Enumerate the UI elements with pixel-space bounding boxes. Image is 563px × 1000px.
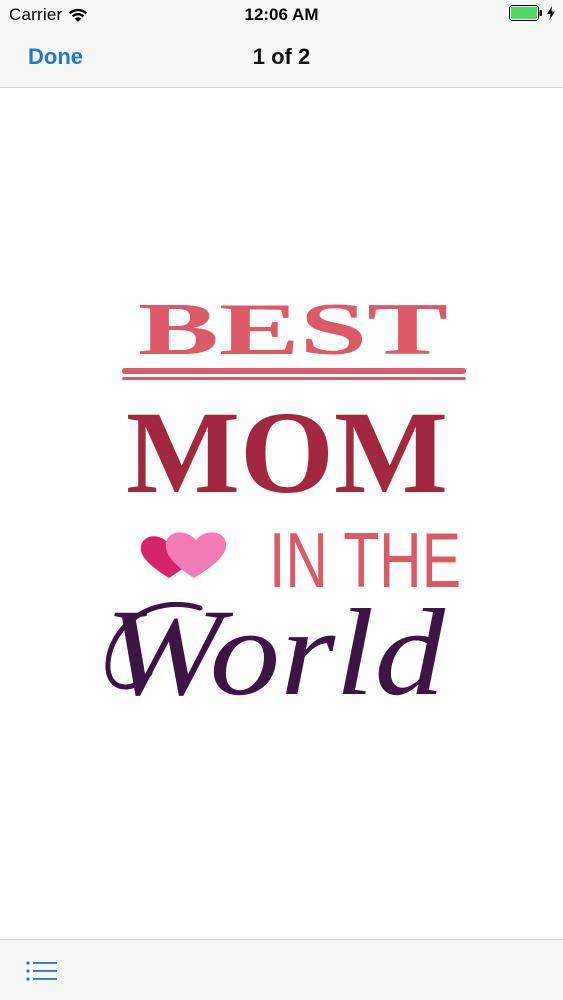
artwork-image: BEST MOM IN THE World <box>105 289 466 721</box>
status-bar: Carrier 12:06 AM <box>0 0 563 30</box>
status-time: 12:06 AM <box>244 5 319 24</box>
page-title: 1 of 2 <box>252 44 311 69</box>
artwork-rule-thin <box>122 377 466 380</box>
list-icon <box>26 961 57 981</box>
image-preview[interactable]: BEST MOM IN THE World <box>0 88 563 939</box>
artwork-world-text: World <box>105 584 446 721</box>
nav-bar: Done 1 of 2 <box>0 30 563 88</box>
artwork-mom-text: MOM <box>126 387 448 518</box>
bottom-toolbar <box>0 939 563 1000</box>
artwork-rule <box>122 368 466 374</box>
screen: Carrier 12:06 AM Done 1 of 2 BEST MOM IN… <box>0 0 563 1000</box>
charging-bolt-icon <box>547 6 555 20</box>
battery-icon <box>509 5 542 21</box>
artwork-best-text: BEST <box>138 289 448 371</box>
hearts-icon <box>140 532 227 578</box>
status-right <box>509 5 556 21</box>
list-button[interactable] <box>25 960 59 982</box>
